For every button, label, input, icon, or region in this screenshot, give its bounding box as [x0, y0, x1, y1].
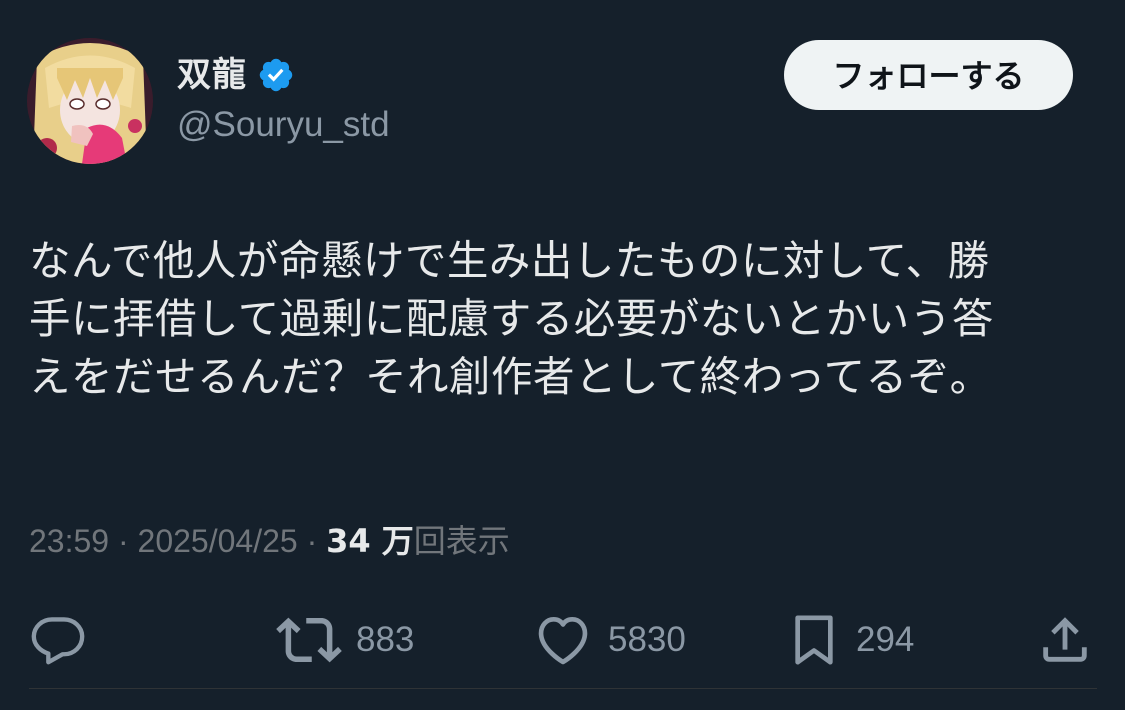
views-count: 34 万	[326, 522, 414, 560]
tweet-text-line: なんで他人が命懸けで生み出したものに対して、勝	[29, 236, 990, 285]
action-bar: 883 5830 294	[0, 605, 1125, 675]
tweet-date[interactable]: 2025/04/25	[138, 523, 298, 559]
bookmark-button[interactable]: 294	[786, 605, 914, 675]
tweet-text-line: えをだせるんだ？それ創作者として終わってるぞ。	[29, 352, 992, 401]
meta-separator: ·	[297, 523, 327, 559]
reply-button[interactable]	[29, 605, 87, 675]
retweet-button[interactable]: 883	[276, 605, 414, 675]
share-button[interactable]	[1036, 605, 1094, 675]
like-count: 5830	[608, 620, 686, 659]
avatar[interactable]	[27, 38, 153, 164]
tweet-text: なんで他人が命懸けで生み出したものに対して、勝 手に拝借して過剰に配慮する必要が…	[29, 232, 1089, 406]
heart-icon	[538, 617, 588, 665]
user-handle[interactable]: @Souryu_std	[177, 102, 390, 148]
share-icon	[1043, 617, 1087, 662]
reply-icon	[31, 617, 85, 665]
like-button[interactable]: 5830	[532, 605, 686, 675]
views-label: 回表示	[413, 523, 510, 559]
retweet-icon	[276, 617, 342, 663]
verified-badge-icon	[257, 56, 295, 94]
avatar-image	[27, 38, 153, 164]
follow-button[interactable]: フォローする	[784, 40, 1073, 110]
display-name[interactable]: 双龍	[177, 50, 247, 100]
bookmark-count: 294	[856, 620, 915, 659]
divider	[29, 688, 1097, 689]
author-name-row[interactable]: 双龍	[177, 50, 295, 100]
bookmark-icon	[795, 615, 833, 665]
tweet-time[interactable]: 23:59	[29, 523, 109, 559]
retweet-count: 883	[356, 620, 415, 659]
meta-separator: ·	[109, 523, 138, 559]
tweet-text-line: 手に拝借して過剰に配慮する必要がないとかいう答	[29, 294, 994, 343]
tweet-meta: 23:59 · 2025/04/25 · 34 万回表示	[29, 518, 510, 564]
